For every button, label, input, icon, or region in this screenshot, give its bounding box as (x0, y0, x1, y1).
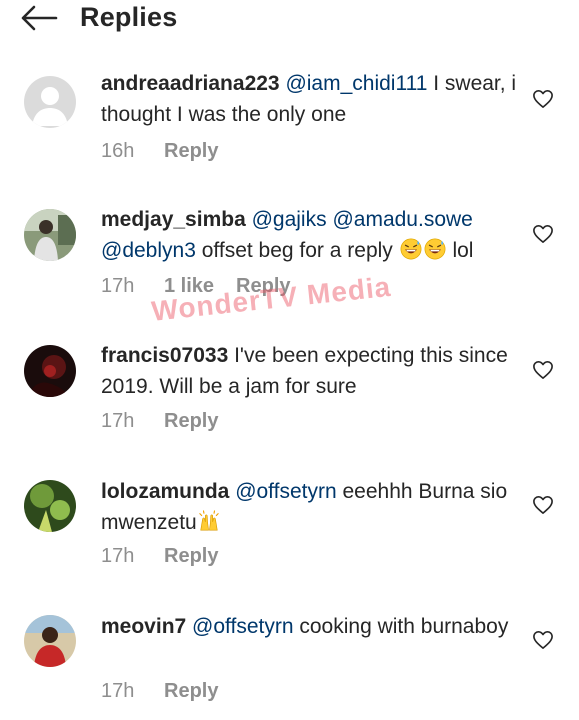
comment-body: offset beg for a reply (195, 239, 399, 262)
default-avatar-icon (24, 76, 76, 128)
avatar[interactable] (24, 209, 76, 261)
comment-text: lolozamunda @offsetyrn eeehhh Burna sio … (101, 476, 526, 538)
comment-text: francis07033 I've been expecting this si… (101, 340, 526, 402)
reply-button[interactable]: Reply (164, 545, 218, 568)
profile-photo (24, 209, 76, 261)
profile-photo (24, 480, 76, 532)
raising-hands-emoji (199, 510, 219, 531)
grinning-sweat-emoji (400, 238, 422, 260)
comment-meta: 16h Reply (101, 140, 218, 163)
comment-time: 17h (101, 275, 135, 297)
comment-username[interactable]: medjay_simba (101, 208, 246, 231)
profile-photo (24, 345, 76, 397)
comment-meta: 17h Reply (101, 410, 218, 433)
arrow-left-icon[interactable] (20, 5, 58, 31)
avatar[interactable] (24, 615, 76, 667)
comment-text: meovin7 @offsetyrn cooking with burnaboy (101, 611, 526, 642)
comment-body-end: lol (446, 239, 474, 262)
comment-mention[interactable]: @deblyn3 (101, 239, 196, 262)
reply-button[interactable]: Reply (164, 410, 218, 433)
heart-outline-icon[interactable] (532, 495, 554, 515)
comment-time: 17h (101, 410, 135, 432)
avatar[interactable] (24, 345, 76, 397)
avatar[interactable] (24, 480, 76, 532)
comment-time: 16h (101, 140, 135, 162)
comment-meta: 17h Reply (101, 680, 218, 703)
comment-mention[interactable]: @gajiks (252, 208, 327, 231)
heart-outline-icon[interactable] (532, 224, 554, 244)
comment-text: medjay_simba @gajiks @amadu.sowe @deblyn… (101, 204, 526, 266)
comment-mention[interactable]: @offsetyrn (235, 480, 336, 503)
profile-photo (24, 615, 76, 667)
grinning-sweat-emoji (424, 238, 446, 260)
comment-text: andreaadriana223 @iam_chidi111 I swear, … (101, 68, 526, 130)
comment-mention[interactable]: @iam_chidi111 (285, 72, 427, 95)
likes-count[interactable]: 1 like (164, 275, 214, 298)
page-title: Replies (80, 2, 178, 32)
reply-button[interactable]: Reply (164, 680, 218, 703)
header-bar: Replies (0, 0, 579, 40)
comment-username[interactable]: lolozamunda (101, 480, 229, 503)
comment-username[interactable]: francis07033 (101, 344, 228, 367)
comment-mention[interactable]: @amadu.sowe (332, 208, 472, 231)
comment-time: 17h (101, 680, 135, 702)
comment-meta: 17h Reply (101, 545, 218, 568)
comment-username[interactable]: andreaadriana223 (101, 72, 280, 95)
avatar[interactable] (24, 76, 76, 128)
comment-username[interactable]: meovin7 (101, 615, 186, 638)
reply-button[interactable]: Reply (236, 275, 290, 298)
comment-time: 17h (101, 545, 135, 567)
heart-outline-icon[interactable] (532, 360, 554, 380)
comment-mention[interactable]: @offsetyrn (192, 615, 293, 638)
heart-outline-icon[interactable] (532, 89, 554, 109)
comment-meta: 17h 1 like Reply (101, 275, 291, 298)
reply-button[interactable]: Reply (164, 140, 218, 163)
heart-outline-icon[interactable] (532, 630, 554, 650)
comment-body: cooking with burnaboy (293, 615, 509, 638)
